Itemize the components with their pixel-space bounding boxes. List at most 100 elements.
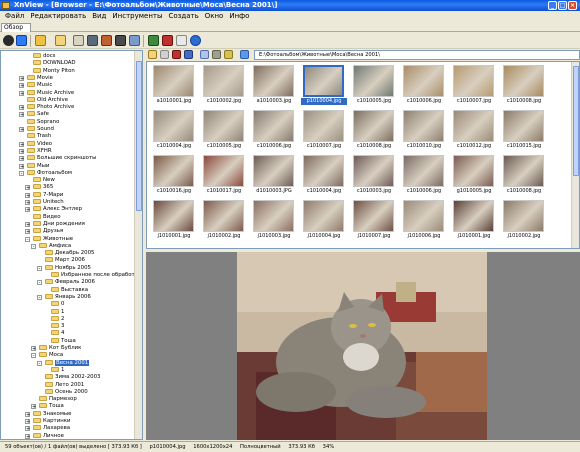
expand-icon[interactable]: + (19, 105, 24, 111)
thumbnail-item[interactable]: a1010003.jpg (251, 64, 297, 109)
folder-tree-item[interactable]: + Алекс Энтлер (25, 206, 82, 213)
folder-tree-item[interactable]: - Февраль 2006 (37, 279, 95, 286)
view-mode-icon[interactable] (200, 50, 209, 59)
thumbnail-item[interactable]: c1010007.jpg (301, 109, 347, 154)
thumbnail-item[interactable]: c1010006.jpg (401, 64, 447, 109)
browser-icon[interactable] (3, 35, 14, 46)
folder-up-icon[interactable] (55, 35, 66, 46)
print-icon[interactable] (87, 35, 98, 46)
thumbnail-item[interactable]: j1010004.jpg (301, 199, 347, 244)
expand-icon[interactable]: + (19, 83, 24, 89)
thumbnail-item[interactable]: c1010004.jpg (301, 154, 347, 199)
folder-tree-item[interactable]: - Весна 2001 (37, 359, 90, 367)
save-icon[interactable] (73, 35, 84, 46)
expand-icon[interactable]: + (19, 127, 24, 133)
expand-icon[interactable]: + (19, 141, 24, 147)
expand-icon[interactable]: + (25, 433, 30, 439)
thumbnail-item[interactable]: c1010015.jpg (501, 109, 547, 154)
thumbnail-item[interactable]: c1010016.jpg (151, 154, 197, 199)
help-icon[interactable] (190, 35, 201, 46)
folder-tree-item[interactable]: - Ноябрь 2005 (37, 264, 91, 272)
copy-icon[interactable] (160, 50, 169, 59)
expand-icon[interactable]: + (31, 346, 36, 352)
folder-tree-item[interactable]: + Movie (19, 74, 53, 82)
delete-icon[interactable] (172, 50, 181, 59)
folder-tree-item[interactable]: 1 (51, 366, 64, 374)
thumbnail-item[interactable]: c1010006.jpg (401, 154, 447, 199)
thumbnail-item[interactable]: j1010001.jpg (151, 199, 197, 244)
folder-tree-item[interactable]: + Знакомые (25, 410, 71, 418)
thumbnail-item[interactable]: j1010006.jpg (401, 199, 447, 244)
thumbnail-item[interactable]: c1010002.jpg (201, 64, 247, 109)
folder-tree-item[interactable]: + Картинки (25, 418, 70, 425)
thumbnail-item[interactable]: p1010004.jpg (301, 64, 347, 109)
thumbnail-item[interactable]: c1010008.jpg (501, 154, 547, 199)
star-icon[interactable] (240, 50, 249, 59)
thumbnail-scroll-thumb[interactable] (573, 66, 579, 176)
thumbnail-item[interactable]: j1010003.jpg (251, 199, 297, 244)
collapse-icon[interactable]: - (31, 353, 36, 359)
expand-icon[interactable]: + (25, 419, 30, 425)
collapse-icon[interactable]: - (25, 236, 30, 242)
collapse-icon[interactable]: - (37, 265, 42, 271)
folder-tree-item[interactable]: - Животные (25, 235, 73, 243)
menu-tools[interactable]: Инструменты (109, 12, 165, 20)
thumbnail-item[interactable]: g1010005.jpg (451, 154, 497, 199)
folder-tree-item[interactable]: + Safe (19, 111, 49, 118)
folder-tree-item[interactable]: Зима 2002-2003 (45, 374, 100, 381)
refresh-icon[interactable] (16, 35, 27, 46)
folder-tree-item[interactable]: 1 (51, 308, 64, 316)
thumbnail-item[interactable]: j1010007.jpg (351, 199, 397, 244)
thumbnail-item[interactable]: j1010002.jpg (201, 199, 247, 244)
thumbnail-scrollbar[interactable] (571, 62, 579, 248)
expand-icon[interactable]: + (25, 221, 30, 227)
expand-icon[interactable]: + (19, 112, 24, 118)
expand-icon[interactable]: + (25, 229, 30, 235)
expand-icon[interactable]: + (19, 148, 24, 154)
folder-tree-scroll-thumb[interactable] (136, 61, 142, 211)
thumbnail-item[interactable]: c1010005.jpg (351, 64, 397, 109)
menu-window[interactable]: Окно (202, 12, 227, 20)
new-folder-icon[interactable] (148, 50, 157, 59)
folder-tree-item[interactable]: Monty Piton (33, 67, 75, 75)
folder-tree-item[interactable]: +7-Мари (25, 191, 63, 199)
thumbnail-item[interactable]: c1010007.jpg (451, 64, 497, 109)
collapse-icon[interactable]: - (37, 294, 42, 300)
collapse-icon[interactable]: - (37, 360, 42, 366)
folder-tree-item[interactable]: + Sound (19, 126, 54, 133)
tab-browser[interactable]: Обзор (1, 23, 31, 32)
folder-tree-item[interactable]: + Личное (25, 432, 64, 439)
close-button[interactable]: × (568, 1, 577, 10)
folder-tree-item[interactable]: + Music Archive (19, 89, 74, 97)
path-field[interactable]: E:\Фотоальбом\Животные\Моса\Весна 2001\ (254, 50, 580, 60)
folder-tree-item[interactable]: Декабрь 2005 (45, 250, 94, 257)
maximize-button[interactable]: □ (558, 1, 567, 10)
thumbnail-item[interactable]: c1010008.jpg (501, 64, 547, 109)
folder-tree-item[interactable]: 0 (51, 301, 64, 308)
folder-tree-item[interactable]: +365 (25, 184, 53, 191)
folder-tree-item[interactable]: 3 (51, 323, 64, 330)
folder-tree-item[interactable]: - Амфиса (31, 242, 71, 250)
flip-icon[interactable] (162, 35, 173, 46)
folder-tree-item[interactable]: - Моса (31, 352, 63, 359)
expand-icon[interactable]: + (25, 185, 30, 191)
folder-tree-item[interactable]: Soprano (27, 118, 59, 126)
thumbnail-item[interactable]: a1010001.jpg (151, 64, 197, 109)
collapse-icon[interactable]: - (37, 280, 42, 286)
thumbnail-item[interactable]: c1010008.jpg (351, 109, 397, 154)
thumbnail-item[interactable]: c1010010.jpg (401, 109, 447, 154)
collapse-icon[interactable]: - (19, 170, 24, 176)
folder-tree-item[interactable]: Осень 2000 (45, 388, 88, 396)
folder-tree-item[interactable]: - Январь 2006 (37, 293, 91, 301)
menu-view[interactable]: Вид (89, 12, 109, 20)
folder-tree-item[interactable]: - Фотоальбом (19, 169, 72, 177)
thumbnail-item[interactable]: c1010005.jpg (201, 109, 247, 154)
expand-icon[interactable]: + (25, 426, 30, 432)
menu-info[interactable]: Инфо (226, 12, 252, 20)
folder-tree-item[interactable]: Тоша (51, 337, 76, 345)
sort-icon[interactable] (212, 50, 221, 59)
expand-icon[interactable]: + (25, 200, 30, 206)
screenshot-icon[interactable] (129, 35, 140, 46)
thumbnail-item[interactable]: c1010012.jpg (451, 109, 497, 154)
folder-tree-item[interactable]: 4 (51, 330, 64, 337)
